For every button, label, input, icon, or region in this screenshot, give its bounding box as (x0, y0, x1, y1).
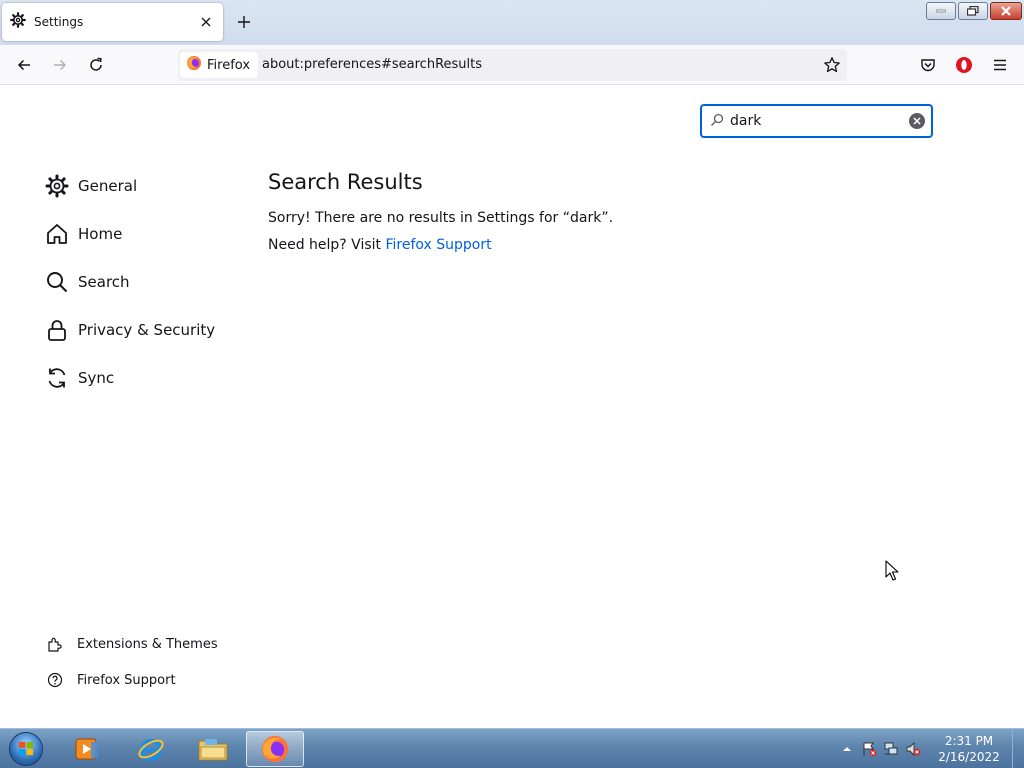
sidebar-item-label: Home (78, 225, 123, 243)
windows-taskbar: 2:31 PM 2/16/2022 (0, 728, 1024, 768)
sidebar-item-label: Search (78, 273, 130, 291)
close-window-button[interactable] (990, 2, 1022, 20)
identity-box[interactable]: Firefox (180, 52, 259, 78)
navigation-toolbar: Firefox about:preferences#searchResults (0, 45, 1024, 85)
sidebar-item-general[interactable]: General (44, 162, 215, 210)
help-line: Need help? Visit Firefox Support (268, 232, 613, 259)
extensions-themes-link[interactable]: Extensions & Themes (46, 626, 218, 662)
media-player-icon[interactable] (58, 731, 116, 767)
hamburger-menu-icon[interactable] (988, 53, 1012, 77)
firefox-icon (186, 55, 202, 75)
home-icon (44, 221, 70, 247)
sidebar-item-label: Privacy & Security (78, 321, 216, 339)
close-tab-icon[interactable] (197, 13, 215, 31)
bookmark-star-icon[interactable] (821, 54, 843, 76)
tab-title: Settings (34, 15, 84, 29)
gear-icon (44, 173, 70, 199)
search-results-pane: Search Results Sorry! There are no resul… (268, 170, 613, 259)
reload-button[interactable] (84, 53, 108, 77)
page-title: Search Results (268, 170, 423, 194)
window-controls (926, 2, 1022, 20)
gear-icon (10, 12, 26, 32)
sidebar-item-label: Sync (78, 369, 115, 387)
settings-search-field[interactable] (700, 104, 933, 138)
help-icon (46, 671, 64, 689)
sidebar-item-privacy-security[interactable]: Privacy & Security (44, 306, 215, 354)
action-center-flag-icon[interactable] (858, 738, 880, 760)
network-icon[interactable] (880, 738, 902, 760)
sidebar-item-sync[interactable]: Sync (44, 354, 215, 402)
puzzle-icon (46, 635, 64, 653)
back-button[interactable] (12, 53, 36, 77)
firefox-support-link[interactable]: Firefox Support (46, 662, 218, 698)
no-results-message: Sorry! There are no results in Settings … (268, 210, 614, 226)
tab-settings[interactable]: Settings (2, 3, 223, 41)
firefox-taskbar-icon[interactable] (246, 731, 304, 767)
sidebar-item-search[interactable]: Search (44, 258, 215, 306)
restore-button[interactable] (958, 2, 988, 20)
opera-extension-icon[interactable] (952, 53, 976, 77)
url-bar[interactable]: Firefox about:preferences#searchResults (178, 49, 847, 81)
start-button[interactable] (6, 730, 46, 768)
clear-search-icon[interactable] (909, 113, 925, 129)
search-input[interactable] (730, 113, 909, 129)
tab-strip: Settings (0, 0, 1024, 45)
new-tab-button[interactable] (234, 12, 254, 32)
file-explorer-icon[interactable] (184, 731, 242, 767)
pocket-icon[interactable] (916, 53, 940, 77)
taskbar-clock[interactable]: 2:31 PM 2/16/2022 (930, 733, 1008, 765)
footer-label: Extensions & Themes (77, 636, 218, 652)
category-sidebar: General Home Search Privacy & Security S… (44, 162, 215, 402)
volume-muted-icon[interactable] (902, 738, 924, 760)
footer-label: Firefox Support (77, 672, 176, 688)
search-icon (710, 112, 724, 131)
show-hidden-icons-icon[interactable] (836, 738, 858, 760)
sync-icon (44, 365, 70, 391)
magnifier-icon (44, 269, 70, 295)
sidebar-item-label: General (78, 177, 138, 195)
sidebar-footer: Extensions & Themes Firefox Support (46, 626, 218, 698)
mouse-cursor-icon (885, 560, 899, 586)
internet-explorer-icon[interactable] (122, 731, 180, 767)
lock-icon (44, 317, 70, 343)
windows-logo-icon (9, 732, 43, 766)
system-tray: 2:31 PM 2/16/2022 (836, 729, 1024, 768)
identity-label: Firefox (207, 57, 251, 73)
minimize-button[interactable] (926, 2, 956, 20)
help-prefix: Need help? Visit (268, 237, 386, 253)
clock-time: 2:31 PM (944, 734, 994, 748)
sidebar-item-home[interactable]: Home (44, 210, 215, 258)
url-text[interactable]: about:preferences#searchResults (262, 57, 482, 72)
forward-button[interactable] (48, 53, 72, 77)
show-desktop-button[interactable] (1012, 729, 1024, 768)
clock-date: 2/16/2022 (938, 750, 1000, 764)
firefox-support-link[interactable]: Firefox Support (385, 237, 491, 253)
